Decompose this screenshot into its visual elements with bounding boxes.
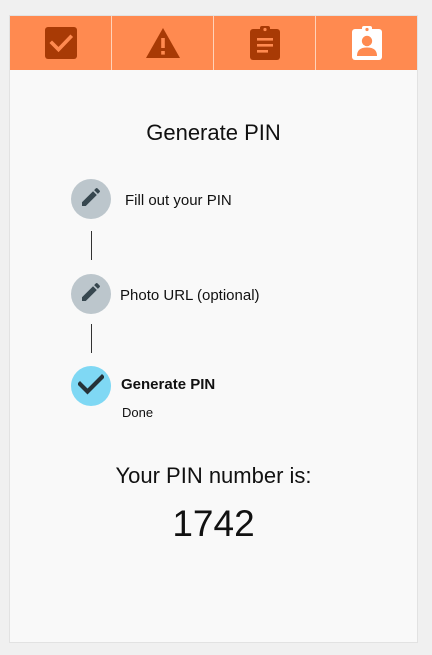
step-3-status: [71, 366, 111, 406]
check-icon: [77, 373, 105, 400]
warning-icon: [145, 27, 181, 59]
step-1-label[interactable]: Fill out your PIN: [125, 192, 232, 209]
contact-badge-icon: [351, 25, 383, 61]
pin-caption: Your PIN number is:: [115, 463, 312, 488]
step-3-status-text: Done: [122, 405, 154, 420]
step-connector: [91, 231, 92, 260]
step-1-status[interactable]: [71, 179, 111, 219]
pin-number: 1742: [172, 503, 255, 544]
pencil-icon: [79, 280, 103, 309]
step-connector: [91, 324, 92, 353]
tab-checklist[interactable]: [10, 16, 112, 70]
tab-bar: [10, 16, 417, 70]
step-3-label: Generate PIN: [121, 376, 216, 393]
pencil-icon: [79, 185, 103, 214]
tab-clipboard[interactable]: [214, 16, 316, 70]
clipboard-icon: [249, 25, 281, 61]
page-title: Generate PIN: [146, 120, 281, 145]
tab-warnings[interactable]: [112, 16, 214, 70]
step-2-status[interactable]: [71, 274, 111, 314]
step-2-label[interactable]: Photo URL (optional): [120, 287, 260, 304]
checkbox-icon: [44, 26, 78, 60]
pin-wizard-card: Generate PIN Fill out your PIN Photo URL…: [9, 15, 418, 643]
tab-contact[interactable]: [316, 16, 417, 70]
